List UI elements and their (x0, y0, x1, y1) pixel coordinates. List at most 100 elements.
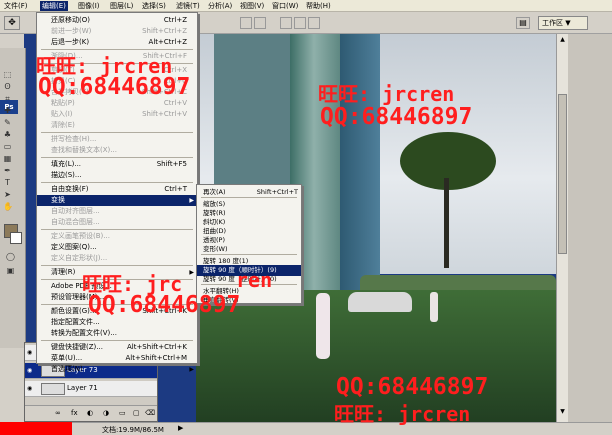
edit-menu-item[interactable]: 键盘快捷键(Z)... Alt+Shift+Ctrl+K (37, 342, 197, 353)
menu-item-label: 菜单(U)... (51, 354, 83, 362)
submenu-arrow-icon: ▶ (189, 366, 194, 373)
distribute-center-icon[interactable] (294, 17, 306, 29)
edit-menu-item[interactable]: 变换 ▶ (37, 195, 197, 206)
quick-mask-icon[interactable]: ◯ (6, 252, 15, 261)
menu-separator (201, 197, 297, 198)
menu-analysis[interactable]: 分析(A) (206, 1, 234, 11)
stamp-tool-icon[interactable]: ♣ (3, 130, 12, 139)
menu-help[interactable]: 帮助(H) (304, 1, 333, 11)
menu-edit[interactable]: 编辑(E) (40, 1, 68, 11)
menu-select[interactable]: 选择(S) (140, 1, 168, 11)
edit-menu-item[interactable]: 贴入(I) Shift+Ctrl+V (37, 109, 197, 120)
menu-separator (41, 157, 193, 158)
edit-menu-item[interactable]: 定义自定形状(J)... (37, 253, 197, 264)
edit-menu-item[interactable]: 前进一步(W) Shift+Ctrl+Z (37, 26, 197, 37)
eraser-tool-icon[interactable]: ▭ (3, 142, 12, 151)
menu-separator (201, 254, 297, 255)
menu-item-shortcut: Alt+Shift+Ctrl+K (126, 343, 187, 351)
menu-filter[interactable]: 滤镜(T) (174, 1, 202, 11)
eye-icon[interactable]: ◉ (27, 385, 35, 392)
menu-item-label: 前进一步(W) (51, 27, 92, 35)
watermark-qq: QQ:68446897 (336, 374, 489, 400)
gradient-tool-icon[interactable]: ▦ (3, 154, 12, 163)
link-layers-icon[interactable]: ∞ (55, 409, 61, 417)
scroll-thumb[interactable] (558, 94, 567, 254)
edit-menu-item[interactable]: 自由变换(F) Ctrl+T (37, 184, 197, 195)
render-car (348, 292, 412, 312)
layer-thumbnail (41, 383, 65, 395)
workspace-dropdown[interactable]: 工作区 ▼ (538, 16, 588, 30)
new-group-icon[interactable]: ▭ (119, 409, 126, 417)
adjustment-layer-icon[interactable]: ◑ (103, 409, 109, 417)
align-middle-icon[interactable] (254, 17, 266, 29)
edit-menu-item[interactable]: 首选项(N) ▶ (37, 364, 197, 375)
edit-menu-item[interactable]: 还原移动(O) Ctrl+Z (37, 15, 197, 26)
menu-window[interactable]: 窗口(W) (270, 1, 300, 11)
background-color-swatch[interactable] (10, 232, 22, 244)
menu-item-label: 清理(R) (51, 268, 76, 276)
edit-menu-item[interactable]: 填充(L)... Shift+F5 (37, 159, 197, 170)
menu-separator (41, 265, 193, 266)
layer-row[interactable]: ◉ Layer 71 (25, 381, 157, 397)
menu-item-label: 定义图案(Q)... (51, 243, 97, 251)
menu-item-label: 清除(E) (51, 121, 75, 129)
move-tool-icon[interactable]: ✥ (4, 16, 20, 30)
eye-icon[interactable]: ◉ (27, 349, 35, 356)
edit-menu-item[interactable]: 自动对齐图层... (37, 206, 197, 217)
edit-menu-item[interactable]: 查找和替换文本(X)... (37, 145, 197, 156)
distribute-bottom-icon[interactable] (308, 17, 320, 29)
render-tree-trunk (444, 178, 449, 268)
menu-view[interactable]: 视图(V) (238, 1, 266, 11)
screen-mode-icon[interactable]: ▣ (6, 266, 15, 275)
edit-menu-item[interactable]: 转换为配置文件(V)... (37, 328, 197, 339)
vertical-scrollbar[interactable]: ▲ ▼ (556, 34, 568, 422)
menu-item-label: 查找和替换文本(X)... (51, 146, 117, 154)
watermark-qq: QQ:68446897 (38, 74, 191, 100)
edit-menu-item[interactable]: 指定配置文件... (37, 317, 197, 328)
new-layer-icon[interactable]: ▢ (133, 409, 140, 417)
edit-menu-item[interactable]: 描边(S)... (37, 170, 197, 181)
edit-menu-item[interactable]: 菜单(U)... Alt+Shift+Ctrl+M (37, 353, 197, 364)
eye-icon[interactable]: ◉ (27, 367, 35, 374)
type-tool-icon[interactable]: T (3, 178, 12, 187)
menu-item-label: 首选项(N) (51, 365, 83, 373)
watermark-qq: QQ:68446897 (88, 292, 241, 318)
menu-item-label: 定义自定形状(J)... (51, 254, 108, 262)
align-top-icon[interactable] (240, 17, 252, 29)
crop-tool-icon[interactable]: ⌗ (3, 94, 12, 103)
menu-item-label: 变换 (51, 196, 65, 204)
edit-menu-item[interactable]: 后退一步(K) Alt+Ctrl+Z (37, 37, 197, 48)
submenu-arrow-icon: ▶ (189, 269, 194, 276)
scroll-up-icon[interactable]: ▲ (558, 36, 567, 46)
edit-menu-item[interactable]: 定义图案(Q)... (37, 242, 197, 253)
menu-item-label: 后退一步(K) (51, 38, 90, 46)
scroll-down-icon[interactable]: ▼ (558, 408, 567, 418)
menu-separator (41, 132, 193, 133)
edit-menu-item[interactable]: 定义画笔预设(B)... (37, 231, 197, 242)
menu-item-label: 定义画笔预设(B)... (51, 232, 110, 240)
watermark-wangwang-partial: ren (236, 268, 273, 292)
pen-tool-icon[interactable]: ✒ (3, 166, 12, 175)
layer-style-icon[interactable]: fx (71, 409, 78, 417)
edit-menu-item[interactable]: 清除(E) (37, 120, 197, 131)
healing-tool-icon[interactable]: ✚ (3, 106, 12, 115)
layer-mask-icon[interactable]: ◐ (87, 409, 93, 417)
brush-tool-icon[interactable]: ✎ (3, 118, 12, 127)
menu-item-label: 描边(S)... (51, 171, 82, 179)
status-arrow-icon[interactable]: ▶ (178, 424, 183, 432)
hand-tool-icon[interactable]: ✋ (3, 202, 13, 211)
path-select-icon[interactable]: ➤ (3, 190, 12, 199)
lasso-tool-icon[interactable]: ʘ (3, 82, 12, 91)
distribute-icon[interactable] (280, 17, 292, 29)
watermark-wangwang: 旺旺: jrcren (318, 82, 455, 106)
edit-menu-item[interactable]: 拼写检查(H)... (37, 134, 197, 145)
palette-well-icon[interactable]: ▤ (516, 17, 530, 29)
menu-layer[interactable]: 图层(L) (108, 1, 135, 11)
menu-image[interactable]: 图像(I) (76, 1, 102, 11)
edit-menu-item[interactable]: 自动混合图层... (37, 217, 197, 228)
menu-file[interactable]: 文件(F) (2, 1, 30, 11)
trash-icon[interactable]: ⌫ (145, 409, 155, 417)
menu-item-label: 贴入(I) (51, 110, 73, 118)
layers-footer: ∞ fx ◐ ◑ ▭ ▢ ⌫ (25, 405, 157, 421)
marquee-tool-icon[interactable]: ⬚ (3, 70, 12, 79)
